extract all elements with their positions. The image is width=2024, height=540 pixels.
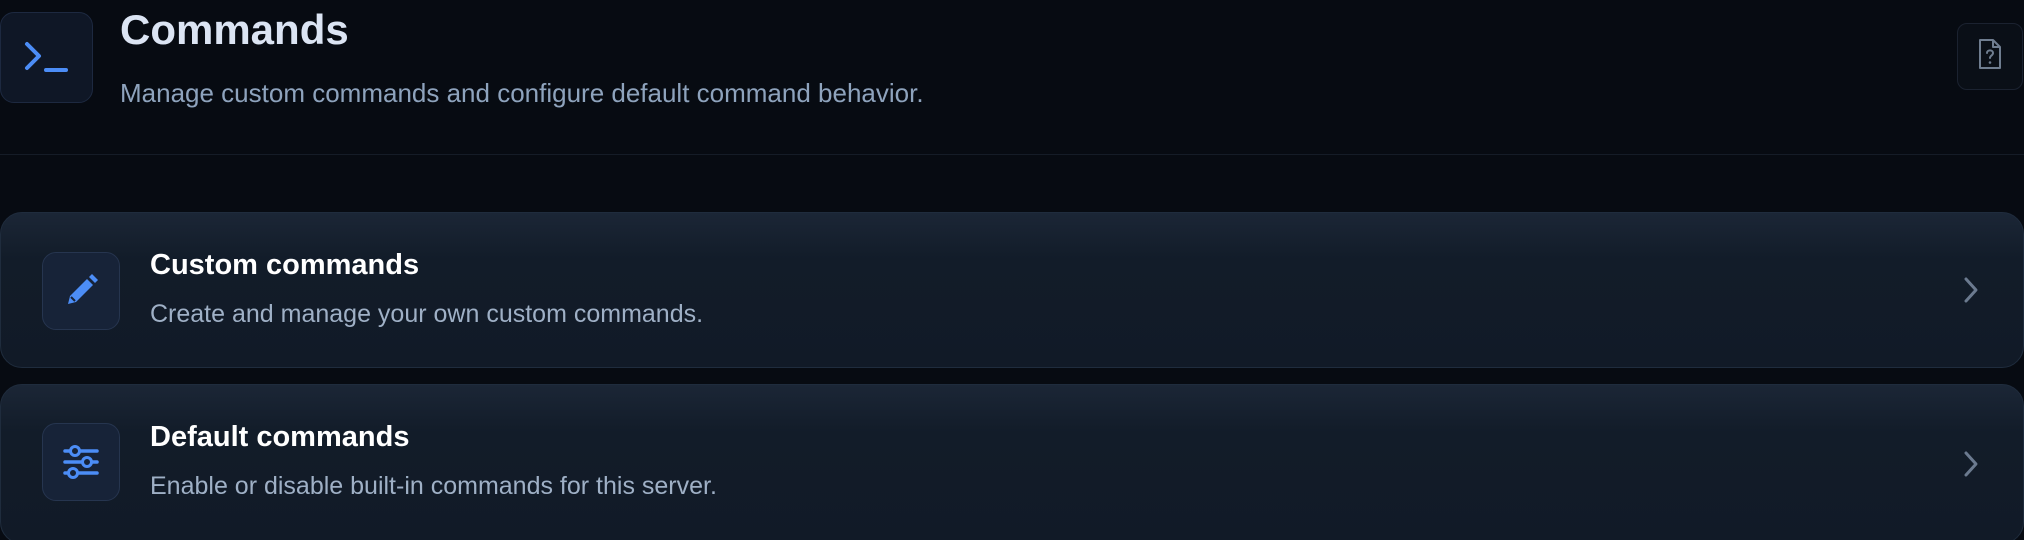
custom-commands-card[interactable]: Custom commands Create and manage your o… [0, 212, 2024, 368]
chevron-right-icon [1959, 273, 1983, 307]
help-document-icon [1977, 38, 2003, 75]
card-title: Custom commands [150, 249, 420, 281]
sliders-icon [42, 423, 120, 501]
help-button[interactable] [1957, 23, 2023, 90]
chevron-right-icon [1959, 447, 1983, 481]
terminal-icon [0, 12, 93, 103]
page-title: Commands [120, 6, 349, 53]
page-subtitle: Manage custom commands and configure def… [120, 78, 924, 108]
commands-page: Commands Manage custom commands and conf… [0, 0, 2024, 540]
pencil-icon [42, 252, 120, 330]
page-header: Commands Manage custom commands and conf… [0, 0, 2024, 155]
card-title: Default commands [150, 421, 410, 453]
card-description: Create and manage your own custom comman… [150, 300, 704, 328]
default-commands-card[interactable]: Default commands Enable or disable built… [0, 384, 2024, 540]
card-description: Enable or disable built-in commands for … [150, 472, 717, 500]
